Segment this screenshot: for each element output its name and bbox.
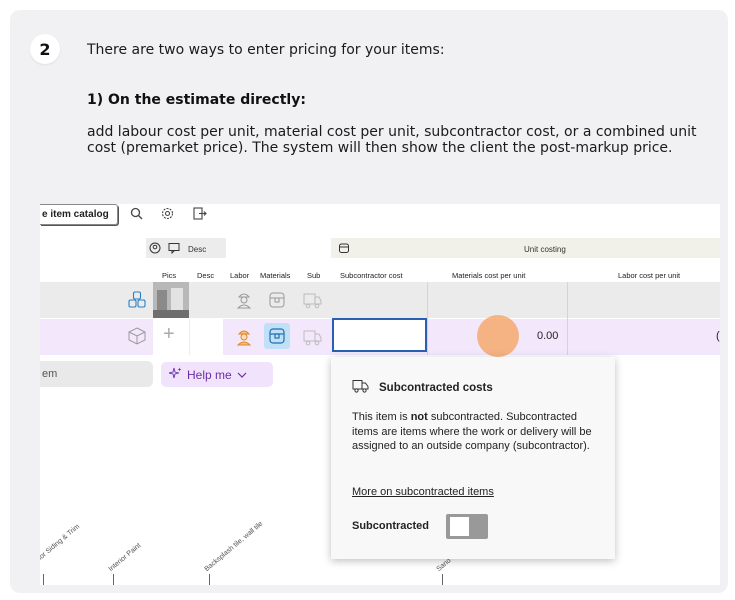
subcontractor-truck-icon[interactable] [302,291,322,314]
popover-title-text: Subcontracted costs [379,381,493,394]
labor-worker-icon[interactable] [236,291,252,314]
popover-description: This item is not subcontracted. Subcontr… [352,411,592,452]
help-me-label: Help me [187,367,232,382]
add-photo-cell[interactable]: + [153,319,189,355]
col-labor[interactable]: Labor [230,271,249,280]
app-screenshot: e item catalog Desc Unit costing Pics De… [40,204,720,585]
search-icon[interactable] [130,207,143,223]
category-label: Sand [435,557,453,573]
col-subcontractor-cost[interactable]: Subcontractor cost [340,271,403,280]
category-label: Backsplash tile, wall tile [203,520,265,573]
subcontracted-toggle[interactable] [446,514,488,539]
box-icon [338,242,350,256]
col-materials-cost-per-unit[interactable]: Materials cost per unit [452,271,525,280]
desc-group-label: Desc [188,245,207,254]
instruction-card: 2 There are two ways to enter pricing fo… [10,10,728,593]
category-label: Interior Paint [107,542,143,573]
table-row[interactable] [40,282,720,318]
category-label: rior Siding & Trim [40,523,82,563]
materials-box-icon[interactable] [268,291,286,314]
subcontracted-toggle-label: Subcontracted [352,520,430,532]
subcontracted-costs-popover: Subcontracted costs This item is not sub… [331,357,615,559]
help-me-button[interactable]: Help me [161,362,273,387]
sparkle-icon [168,367,182,382]
method-heading: 1) On the estimate directly: [87,92,306,108]
col-labor-cost-per-unit[interactable]: Labor cost per unit [618,271,680,280]
step-intro-text: There are two ways to enter pricing for … [87,42,445,58]
labor-worker-icon-active[interactable] [236,328,252,351]
item-cube-icon [128,327,146,350]
unit-costing-label: Unit costing [524,245,566,254]
item-photo-thumbnail[interactable] [153,282,189,318]
add-item-input[interactable]: em [40,361,153,387]
chevron-down-icon [237,368,247,382]
plus-icon[interactable]: + [163,323,175,346]
more-on-subcontracted-link[interactable]: More on subcontracted items [352,486,494,498]
subcontractor-truck-icon[interactable] [302,328,322,351]
subcontractor-truck-icon [352,379,369,396]
col-pics[interactable]: Pics [162,271,176,280]
user-icon [149,242,161,256]
comment-icon [168,242,180,256]
desc-cell[interactable] [190,319,223,355]
subcontractor-cost-input[interactable] [332,318,427,352]
export-icon[interactable] [193,207,207,223]
col-sub[interactable]: Sub [307,271,320,280]
materials-cost-value[interactable]: 0.00 [537,330,558,342]
labor-cost-cell-partial[interactable]: ( [716,330,720,342]
settings-icon[interactable] [161,207,174,223]
col-materials[interactable]: Materials [260,271,290,280]
materials-box-icon-active[interactable] [268,327,286,350]
step-number-badge: 2 [30,34,60,64]
col-desc[interactable]: Desc [197,271,214,280]
method-description: add labour cost per unit, material cost … [87,124,697,156]
group-icon [128,291,146,314]
popover-title: Subcontracted costs [352,379,493,396]
item-catalog-button[interactable]: e item catalog [40,204,118,225]
click-indicator [477,315,519,357]
toggle-knob [450,517,469,536]
